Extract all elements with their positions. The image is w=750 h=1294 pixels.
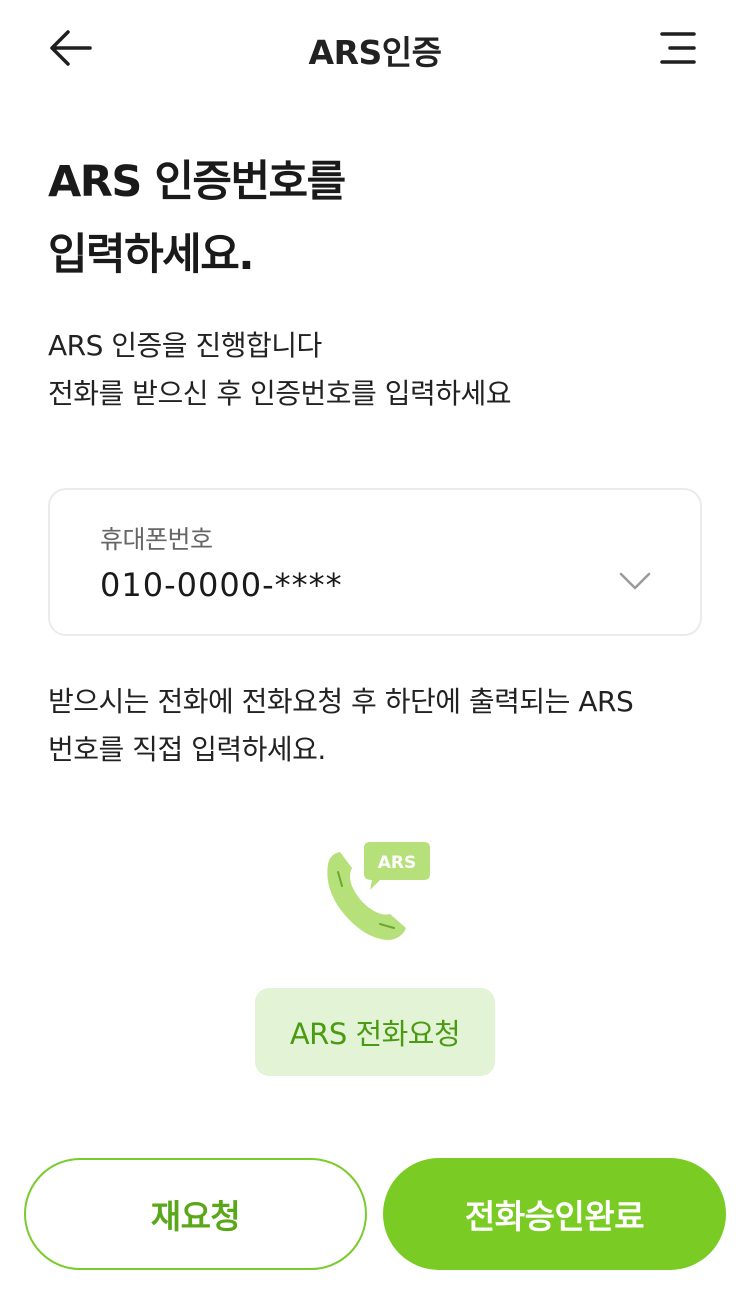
description-line-1: ARS 인증을 진행합니다 xyxy=(48,329,322,362)
phone-number-label: 휴대폰번호 xyxy=(100,525,213,554)
description-line-2: 전화를 받으신 후 인증번호를 입력하세요 xyxy=(48,377,512,410)
ars-bubble-text: ARS xyxy=(378,853,417,873)
ars-verification-page: ARS인증 ARS 인증번호를 입력하세요. ARS 인증을 진행합니다 전화를… xyxy=(0,0,750,1294)
call-approval-complete-button[interactable]: 전화승인완료 xyxy=(383,1158,726,1270)
headline-line-2: 입력하세요. xyxy=(48,230,255,280)
menu-icon xyxy=(660,32,696,64)
menu-button[interactable] xyxy=(652,24,704,72)
ars-call-request-button[interactable]: ARS 전화요청 xyxy=(255,988,495,1076)
page-title: ARS인증 xyxy=(308,33,442,72)
phone-ars-icon: ARS xyxy=(327,842,430,940)
retry-button[interactable]: 재요청 xyxy=(24,1158,367,1270)
instruction-line-1: 받으시는 전화에 전화요청 후 하단에 출력되는 ARS xyxy=(48,685,634,718)
headline: ARS 인증번호를 입력하세요. xyxy=(48,146,708,292)
instruction: 받으시는 전화에 전화요청 후 하단에 출력되는 ARS 번호를 직접 입력하세… xyxy=(48,678,708,774)
phone-number-select[interactable]: 휴대폰번호 010-0000-**** xyxy=(48,488,702,636)
phone-number-value: 010-0000-**** xyxy=(100,566,343,604)
header: ARS인증 xyxy=(0,0,750,96)
instruction-line-2: 번호를 직접 입력하세요. xyxy=(48,733,326,766)
headline-line-1: ARS 인증번호를 xyxy=(48,157,346,207)
description: ARS 인증을 진행합니다 전화를 받으신 후 인증번호를 입력하세요 xyxy=(48,322,708,418)
chevron-down-icon xyxy=(619,572,651,590)
